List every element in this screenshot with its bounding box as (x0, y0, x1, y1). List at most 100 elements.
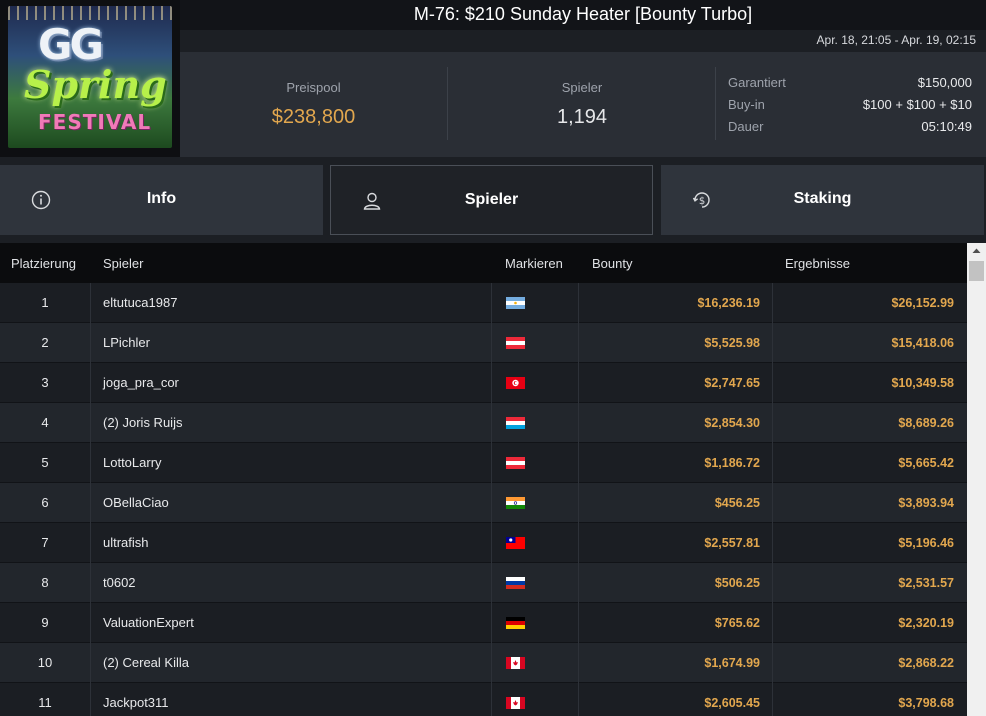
player-name-cell[interactable]: t0602 (103, 563, 483, 603)
column-separator (578, 603, 579, 643)
column-separator (90, 643, 91, 683)
player-name-cell[interactable]: eltutuca1987 (103, 283, 483, 323)
detail-row-buyin: Buy-in $100 + $100 + $10 (728, 94, 972, 116)
vertical-scrollbar[interactable] (967, 243, 986, 716)
result-cell: $5,196.46 (898, 536, 954, 550)
tab-staking[interactable]: $ Staking (661, 165, 984, 235)
tab-info[interactable]: Info (0, 165, 323, 235)
table-row[interactable]: 10 (2) Cereal Killa $1,674.99 $2,868.22 (0, 643, 967, 683)
detail-row-guaranteed: Garantiert $150,000 (728, 72, 972, 94)
column-separator (90, 683, 91, 716)
column-separator (578, 283, 579, 323)
players-label: Spieler (561, 80, 603, 95)
bounty-cell: $1,674.99 (704, 656, 760, 670)
tournament-window: GG Spring FESTIVAL M-76: $210 Sunday Hea… (0, 0, 986, 716)
player-name-cell[interactable]: (2) Cereal Killa (103, 643, 483, 683)
luxembourg-flag-icon (506, 417, 525, 429)
taiwan-flag-icon (506, 537, 525, 549)
flag-cell (506, 323, 526, 363)
table-row[interactable]: 1 eltutuca1987 $16,236.19 $26,152.99 (0, 283, 967, 323)
gg-spring-festival-logo: GG Spring FESTIVAL (8, 6, 172, 148)
column-separator (578, 323, 579, 363)
table-row[interactable]: 6 OBellaCiao $456.25 $3,893.94 (0, 483, 967, 523)
place-cell: 11 (38, 695, 52, 710)
player-name-cell[interactable]: Jackpot311 (103, 683, 483, 716)
column-header-flag[interactable]: Markieren (505, 256, 563, 271)
column-header-result[interactable]: Ergebnisse (785, 256, 850, 271)
date-range: Apr. 18, 21:05 - Apr. 19, 02:15 (180, 30, 986, 52)
column-separator (90, 603, 91, 643)
tab-spieler-label: Spieler (464, 191, 519, 208)
flag-cell (506, 643, 526, 683)
table-row[interactable]: 8 t0602 $506.25 $2,531.57 (0, 563, 967, 603)
column-separator (491, 603, 492, 643)
column-header-bounty[interactable]: Bounty (592, 256, 632, 271)
column-header-place[interactable]: Platzierung (11, 256, 76, 271)
result-cell: $10,349.58 (891, 376, 954, 390)
result-cell: $2,320.19 (898, 616, 954, 630)
place-cell: 5 (41, 455, 49, 470)
player-name-cell[interactable]: joga_pra_cor (103, 363, 483, 403)
scrollbar-thumb[interactable] (969, 261, 984, 281)
column-separator (90, 283, 91, 323)
austria-flag-icon (506, 337, 525, 349)
column-separator (90, 363, 91, 403)
column-separator (491, 563, 492, 603)
column-separator (491, 403, 492, 443)
table-row[interactable]: 2 LPichler $5,525.98 $15,418.06 (0, 323, 967, 363)
column-separator (90, 483, 91, 523)
argentina-flag-icon (506, 297, 525, 309)
detail-key: Garantiert (728, 75, 786, 90)
table-row[interactable]: 4 (2) Joris Ruijs $2,854.30 $8,689.26 (0, 403, 967, 443)
player-name-cell[interactable]: ValuationExpert (103, 603, 483, 643)
table-row[interactable]: 7 ultrafish $2,557.81 $5,196.46 (0, 523, 967, 563)
russia-flag-icon (506, 577, 525, 589)
flag-cell (506, 363, 526, 403)
table-row[interactable]: 3 joga_pra_cor $2,747.65 $10,349.58 (0, 363, 967, 403)
india-flag-icon (506, 497, 525, 509)
flag-cell (506, 683, 526, 716)
germany-flag-icon (506, 617, 525, 629)
column-separator (491, 283, 492, 323)
place-cell: 10 (37, 655, 53, 670)
player-name-cell[interactable]: ultrafish (103, 523, 483, 563)
table-row[interactable]: 11 Jackpot311 $2,605.45 $3,798.68 (0, 683, 967, 716)
logo-text-spring: Spring (24, 62, 167, 107)
player-name-cell[interactable]: OBellaCiao (103, 483, 483, 523)
column-separator (491, 443, 492, 483)
result-cell: $8,689.26 (898, 416, 954, 430)
column-separator (90, 443, 91, 483)
bounty-cell: $765.62 (714, 616, 760, 630)
column-separator (578, 403, 579, 443)
bounty-cell: $2,605.45 (704, 696, 760, 710)
place-cell: 9 (41, 615, 49, 630)
player-name-cell[interactable]: LPichler (103, 323, 483, 363)
scroll-up-arrow-icon[interactable] (967, 243, 986, 259)
column-separator (491, 363, 492, 403)
column-header-player[interactable]: Spieler (103, 256, 143, 271)
result-cell: $3,798.68 (898, 696, 954, 710)
table-row[interactable]: 5 LottoLarry $1,186.72 $5,665.42 (0, 443, 967, 483)
player-name-cell[interactable]: (2) Joris Ruijs (103, 403, 483, 443)
detail-key: Dauer (728, 119, 764, 134)
result-cell: $5,665.42 (898, 456, 954, 470)
column-separator (491, 323, 492, 363)
place-cell: 3 (41, 375, 49, 390)
bounty-cell: $2,854.30 (704, 416, 760, 430)
column-separator (578, 683, 579, 716)
result-cell: $3,893.94 (898, 496, 954, 510)
result-cell: $26,152.99 (891, 296, 954, 310)
bounty-cell: $16,236.19 (697, 296, 760, 310)
column-separator (491, 523, 492, 563)
column-separator (578, 483, 579, 523)
column-separator (578, 363, 579, 403)
flag-cell (506, 283, 526, 323)
player-name-cell[interactable]: LottoLarry (103, 443, 483, 483)
table-row[interactable]: 9 ValuationExpert $765.62 $2,320.19 (0, 603, 967, 643)
bounty-cell: $5,525.98 (704, 336, 760, 350)
column-separator (90, 563, 91, 603)
place-cell: 7 (41, 535, 49, 550)
tab-spieler[interactable]: Spieler (330, 165, 653, 235)
prize-pool-stat: Preispool $238,800 (180, 52, 447, 157)
tab-staking-label: Staking (793, 190, 852, 207)
